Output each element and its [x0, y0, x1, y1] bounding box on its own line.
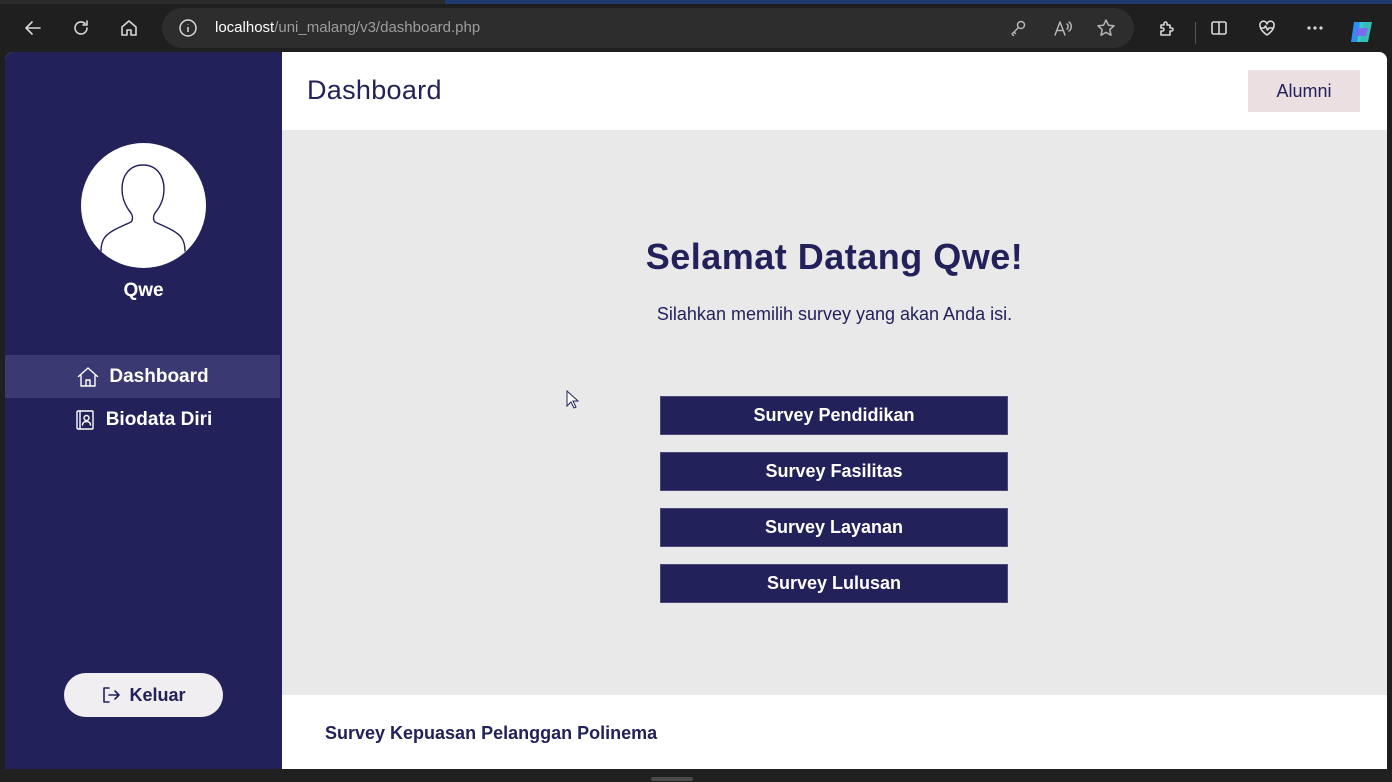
page-footer: Survey Kepuasan Pelanggan Polinema [282, 695, 1387, 769]
home-icon [121, 20, 137, 36]
toolbar-separator [1195, 22, 1196, 44]
sidebar-item-dashboard[interactable]: Dashboard [5, 355, 280, 398]
page-title: Dashboard [307, 75, 442, 105]
refresh-button[interactable] [65, 12, 97, 44]
sidebar-item-biodata[interactable]: Biodata Diri [5, 398, 280, 441]
contact-book-icon [73, 408, 97, 432]
site-info-icon[interactable] [178, 18, 198, 38]
logout-button[interactable]: Keluar [64, 673, 223, 717]
survey-fasilitas-button[interactable]: Survey Fasilitas [660, 452, 1008, 491]
welcome-subtitle: Silahkan memilih survey yang akan Anda i… [656, 304, 1013, 324]
read-aloud-icon[interactable] [1053, 18, 1073, 38]
main-content: Selamat Datang Qwe! Silahkan memilih sur… [282, 130, 1387, 695]
logout-label: Keluar [129, 684, 186, 705]
sidebar-item-label: Dashboard [109, 365, 209, 387]
refresh-icon [74, 20, 88, 35]
address-bar[interactable]: localhost/uni_malang/v3/dashboard.php [162, 8, 1134, 48]
taskbar-handle [651, 777, 693, 781]
role-badge[interactable]: Alumni [1248, 70, 1360, 112]
split-screen-icon [1211, 21, 1227, 35]
more-dots-icon [1307, 26, 1323, 30]
page-header: Dashboard Alumni [282, 52, 1387, 130]
url-text[interactable]: localhost/uni_malang/v3/dashboard.php [215, 19, 480, 36]
home-button[interactable] [113, 12, 145, 44]
survey-layanan-button[interactable]: Survey Layanan [660, 508, 1008, 547]
puzzle-icon [1160, 21, 1174, 36]
split-screen-button[interactable] [1203, 12, 1235, 44]
browser-toolbar: localhost/uni_malang/v3/dashboard.php [0, 4, 1392, 52]
web-page: Qwe Dashboard Biodata Diri Keluar Dashbo… [5, 52, 1387, 769]
browser-essentials-button[interactable] [1251, 12, 1283, 44]
arrow-left-icon [25, 21, 41, 35]
survey-pendidikan-button[interactable]: Survey Pendidikan [660, 396, 1008, 435]
url-path: /uni_malang/v3/dashboard.php [274, 19, 481, 36]
heart-pulse-icon [1259, 20, 1275, 36]
favorite-star-icon[interactable] [1096, 18, 1116, 38]
url-host: localhost [215, 19, 275, 36]
settings-more-button[interactable] [1299, 12, 1331, 44]
mouse-cursor-icon [566, 389, 580, 410]
key-icon[interactable] [1008, 18, 1028, 38]
user-silhouette-icon [100, 164, 186, 252]
logout-icon [101, 685, 121, 705]
sidebar-username: Qwe [123, 280, 164, 301]
home-icon [76, 365, 100, 389]
sidebar: Qwe Dashboard Biodata Diri Keluar [5, 52, 282, 769]
welcome-heading: Selamat Datang Qwe! [645, 236, 1024, 277]
footer-text: Survey Kepuasan Pelanggan Polinema [325, 723, 658, 743]
copilot-icon[interactable] [1348, 18, 1376, 46]
survey-lulusan-button[interactable]: Survey Lulusan [660, 564, 1008, 603]
back-button[interactable] [17, 12, 49, 44]
sidebar-item-label: Biodata Diri [105, 408, 213, 430]
user-avatar [81, 143, 206, 268]
extensions-button[interactable] [1151, 12, 1183, 44]
taskbar-edge [0, 769, 1392, 782]
